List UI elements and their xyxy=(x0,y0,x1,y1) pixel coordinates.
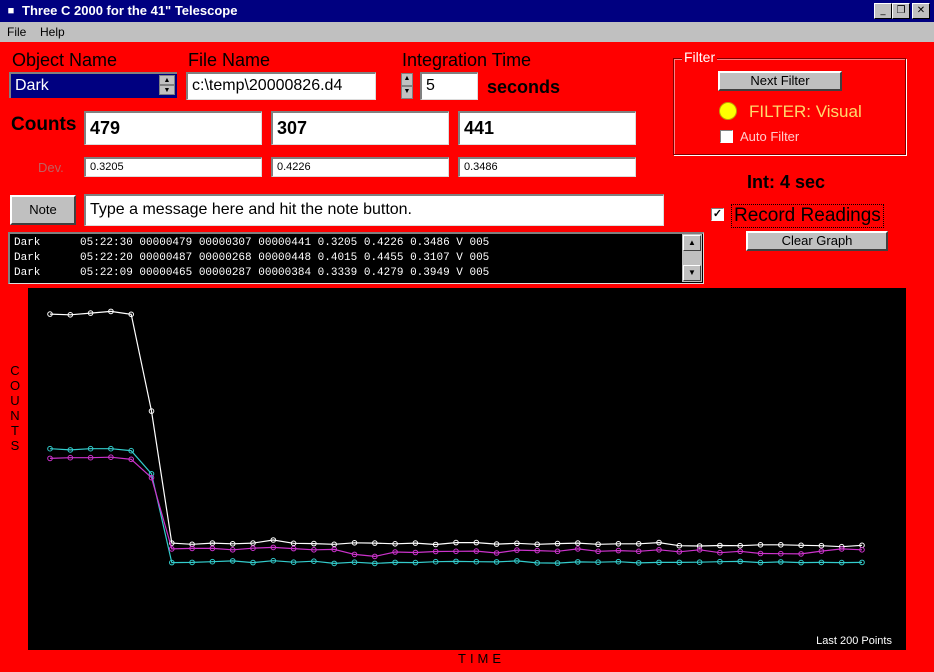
integration-up-icon[interactable]: ▲ xyxy=(401,73,413,86)
scroll-down-icon[interactable]: ▼ xyxy=(683,265,701,281)
y-axis-label-letter: C xyxy=(10,363,20,378)
auto-filter-checkbox[interactable] xyxy=(720,130,733,143)
y-axis-label-letter: U xyxy=(10,393,20,408)
menu-help[interactable]: Help xyxy=(37,24,68,40)
file-name-field[interactable]: c:\temp\20000826.d4 xyxy=(186,72,376,100)
integration-time-input[interactable]: 5 xyxy=(420,72,478,100)
filter-group-title: Filter xyxy=(682,49,718,65)
seconds-label: seconds xyxy=(487,77,561,97)
dev-field-1[interactable]: 0.3205 xyxy=(84,157,262,177)
clear-graph-button[interactable]: Clear Graph xyxy=(746,231,888,251)
filter-indicator-icon xyxy=(719,102,737,120)
counts-plot xyxy=(47,308,865,567)
record-readings-checkbox[interactable]: ✓ xyxy=(711,208,724,221)
counts-field-1[interactable]: 479 xyxy=(84,111,262,145)
series-line-0 xyxy=(49,310,863,548)
counts-graph: Last 200 Points xyxy=(28,288,906,650)
counts-field-2[interactable]: 307 xyxy=(271,111,449,145)
log-scrollbar[interactable]: ▲ ▼ xyxy=(682,234,702,282)
menu-bar: File Help xyxy=(0,22,934,42)
object-name-label: Object Name xyxy=(12,50,118,70)
readings-log[interactable]: Dark 05:22:30 00000479 00000307 00000441… xyxy=(8,232,704,284)
minimize-icon[interactable]: _ xyxy=(874,3,892,19)
counts-field-3[interactable]: 441 xyxy=(458,111,636,145)
filter-status: FILTER: Visual xyxy=(749,102,862,121)
spin-down-icon[interactable]: ▼ xyxy=(159,85,175,95)
log-line: Dark 05:22:30 00000479 00000307 00000441… xyxy=(14,237,490,249)
dev-field-2[interactable]: 0.4226 xyxy=(271,157,449,177)
object-name-select[interactable]: Dark ▲ ▼ xyxy=(9,72,177,98)
menu-file[interactable]: File xyxy=(4,24,29,40)
title-bar: ■ Three C 2000 for the 41" Telescope _ ❐… xyxy=(0,0,934,22)
object-name-value: Dark xyxy=(15,77,49,94)
close-icon[interactable]: ✕ xyxy=(912,3,930,19)
record-readings-label: Record Readings xyxy=(731,204,884,228)
file-name-label: File Name xyxy=(188,50,271,70)
y-axis-label-letter: S xyxy=(10,438,20,453)
graph-note: Last 200 Points xyxy=(816,635,892,647)
integration-status: Int: 4 sec xyxy=(747,172,826,192)
restore-icon[interactable]: ❐ xyxy=(892,3,910,19)
y-axis-label-letter: O xyxy=(9,378,21,393)
note-button[interactable]: Note xyxy=(10,195,76,225)
note-input[interactable]: Type a message here and hit the note but… xyxy=(84,194,664,226)
spin-up-icon[interactable]: ▲ xyxy=(159,75,175,85)
window-title: Three C 2000 for the 41" Telescope xyxy=(22,3,238,18)
integration-time-label: Integration Time xyxy=(402,50,532,70)
auto-filter-label: Auto Filter xyxy=(740,129,800,144)
next-filter-button[interactable]: Next Filter xyxy=(718,71,842,91)
counts-label: Counts xyxy=(11,114,77,135)
integration-down-icon[interactable]: ▼ xyxy=(401,86,413,99)
y-axis-label-letter: N xyxy=(10,408,20,423)
y-axis-label: COUNTS xyxy=(8,363,22,453)
dev-field-3[interactable]: 0.3486 xyxy=(458,157,636,177)
log-line: Dark 05:22:20 00000487 00000268 00000448… xyxy=(14,252,490,264)
scroll-up-icon[interactable]: ▲ xyxy=(683,235,701,251)
dev-label: Dev. xyxy=(38,160,64,175)
telescope-app-icon[interactable]: ■ xyxy=(4,4,18,18)
y-axis-label-letter: T xyxy=(11,423,19,438)
x-axis-label: TIME xyxy=(458,651,506,666)
log-line: Dark 05:22:09 00000465 00000287 00000384… xyxy=(14,267,490,279)
